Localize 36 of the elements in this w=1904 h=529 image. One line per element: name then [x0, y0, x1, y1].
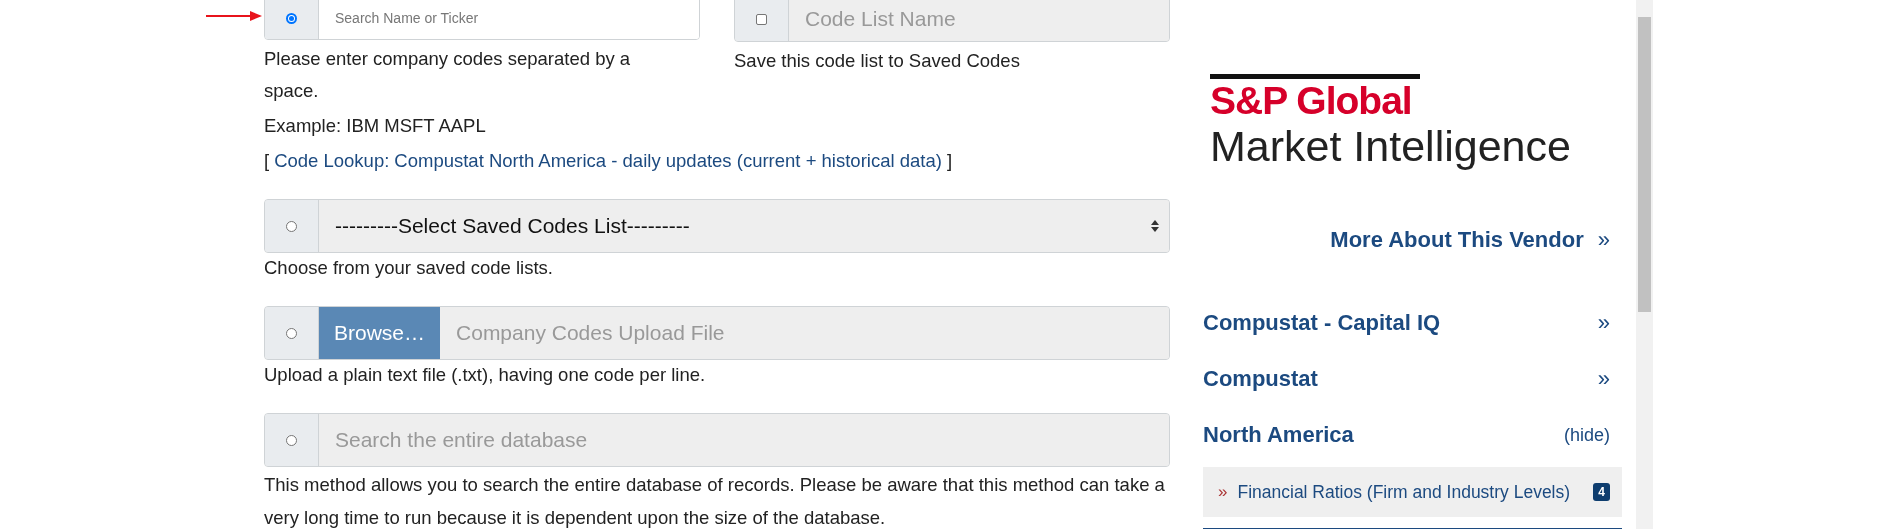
chevron-text: » — [1597, 227, 1610, 253]
bracket: ] — [946, 149, 952, 173]
radio-button[interactable] — [286, 12, 297, 24]
bracket: [ — [264, 149, 270, 173]
nav-link[interactable]: North America — [1203, 422, 1354, 448]
colon-text: : — [384, 149, 390, 173]
browse-button[interactable]: Browse… — [319, 307, 441, 359]
dropdown-value: ---------Select Saved Codes List--------- — [335, 214, 690, 238]
code-lookup-link[interactable]: Code Lookup — [274, 149, 385, 173]
count-badge: 4 — [1593, 483, 1610, 501]
nav-toggle[interactable]: » — [1597, 366, 1610, 392]
help-text: This method allows you to search the entire database of records. Please be aware that this method can take a very long time to run because it is dependent upon the size of the database. — [264, 473, 1166, 529]
example-text: Example: IBM MSFT AAPL — [264, 114, 487, 138]
radio-button[interactable] — [286, 220, 297, 232]
help-text: Upload a plain text file (.txt), having one code per line. — [264, 363, 707, 387]
logo-subtitle: Market Intelligence — [1210, 123, 1572, 169]
nav-link[interactable]: Compustat — [1203, 366, 1318, 392]
help-text: Please enter company codes separated by a space. — [264, 47, 632, 103]
help-text: Save this code list to Saved Codes — [734, 49, 1021, 73]
sort-icon — [1151, 220, 1159, 232]
nav-toggle[interactable]: (hide) — [1563, 424, 1610, 446]
nav-link[interactable]: Compustat - Capital IQ — [1203, 310, 1441, 336]
sidebar-item[interactable]: » Financial Ratios (Firm and Industry Levels) 4 — [1203, 467, 1622, 517]
scrollbar-thumb[interactable] — [1638, 17, 1651, 312]
nav-toggle[interactable]: » — [1597, 310, 1610, 336]
logo-title: S&P Global — [1210, 79, 1413, 123]
radio-button[interactable] — [286, 327, 297, 339]
help-text: Choose from your saved code lists. — [264, 256, 554, 280]
scrollbar[interactable] — [1636, 0, 1653, 529]
vendor-link[interactable]: More About This Vendor — [1330, 227, 1584, 253]
input-group[interactable]: Browse… Company Codes Upload File — [264, 306, 1170, 360]
search-input-group[interactable]: Search Name or Ticker — [264, 0, 700, 40]
checkbox[interactable] — [756, 13, 767, 25]
radio-button[interactable] — [286, 434, 297, 446]
database-link[interactable]: Compustat North America - daily updates (current + historical data) — [394, 149, 942, 173]
arrow-icon — [206, 11, 262, 21]
